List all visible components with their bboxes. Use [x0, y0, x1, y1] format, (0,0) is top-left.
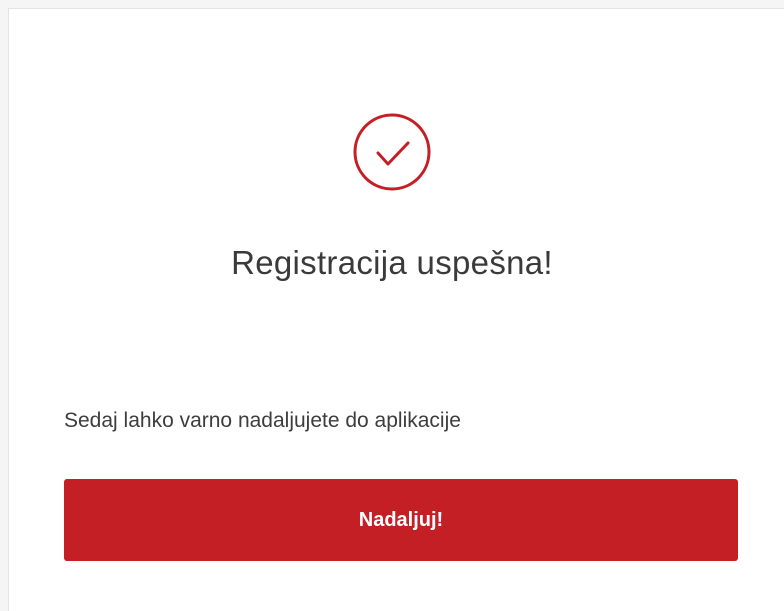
continue-button[interactable]: Nadaljuj!: [64, 479, 738, 561]
success-title: Registracija uspešna!: [231, 244, 553, 281]
success-message: Sedaj lahko varno nadaljujete do aplikac…: [64, 409, 461, 432]
check-circle-icon: [353, 113, 431, 191]
